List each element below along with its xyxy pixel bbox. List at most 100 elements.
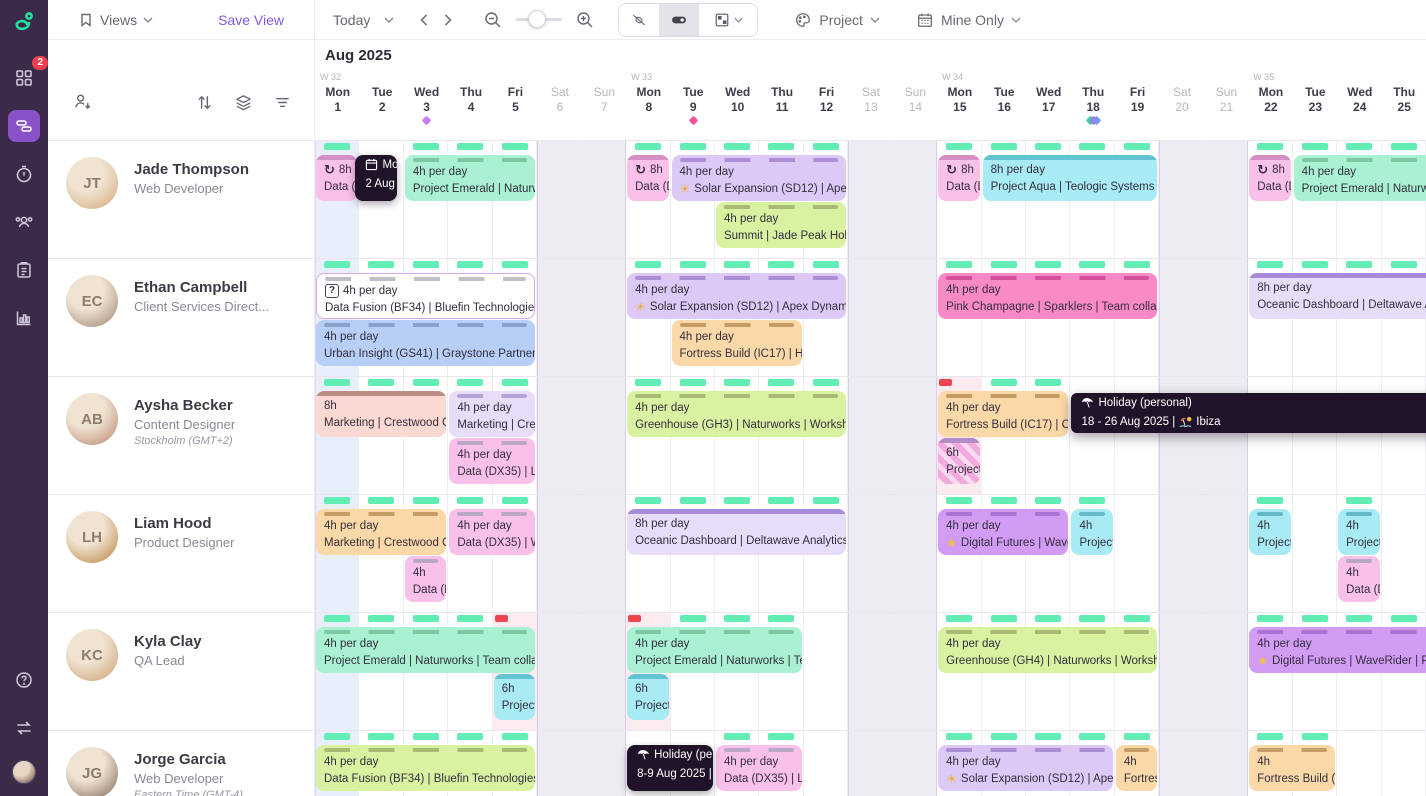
schedule-block[interactable]: 4h per dayMarketing | Crestwood Co bbox=[316, 509, 446, 555]
schedule-block[interactable]: 6hProject A bbox=[627, 674, 668, 720]
schedule-block[interactable]: 4h per daySummit | Jade Peak Holdin bbox=[716, 202, 846, 248]
switch-account-icon[interactable] bbox=[8, 712, 40, 744]
schedule-block[interactable]: 4h per dayFortress Build (IC17) | Heli bbox=[672, 320, 802, 366]
next-period-button[interactable] bbox=[444, 14, 452, 26]
schedule-block[interactable]: 4h per dayPink Champagne | Sparklers | T… bbox=[938, 273, 1157, 319]
schedule-block[interactable]: 8hMarketing | Crestwood Co bbox=[316, 391, 446, 437]
capacity-tick bbox=[1035, 379, 1061, 386]
schedule-block[interactable]: ↻8hData (DX35) bbox=[627, 155, 668, 201]
schedule-block[interactable]: 4h per dayData (DX35) | Lim bbox=[449, 438, 535, 484]
schedule-block[interactable]: 4hData (DX35) bbox=[405, 556, 446, 602]
person-role: Content Designer bbox=[134, 417, 235, 432]
zoom-out-icon[interactable] bbox=[484, 11, 502, 29]
schedule-block[interactable]: 4h per dayData (DX35) | Wa bbox=[449, 509, 535, 555]
layers-icon[interactable] bbox=[234, 93, 253, 112]
save-view-button[interactable]: Save View bbox=[218, 12, 284, 28]
zoom-in-icon[interactable] bbox=[576, 11, 594, 29]
sidebar-item-projects[interactable] bbox=[8, 254, 40, 286]
block-stripe bbox=[325, 277, 526, 281]
block-line-1: 4h per day bbox=[716, 753, 802, 770]
schedule-block[interactable]: ↻8hData (DX35) bbox=[316, 155, 357, 201]
block-title: Solar Expansion (SD12) | Apex D bbox=[694, 181, 846, 197]
prev-period-button[interactable] bbox=[420, 14, 428, 26]
schedule-block[interactable]: 4h per day☀Solar Expansion (SD12) | Apex… bbox=[938, 745, 1113, 791]
zoom-slider-knob[interactable] bbox=[528, 10, 546, 28]
schedule-block[interactable]: ↻8hData (DX35) bbox=[1249, 155, 1290, 201]
day-header-cell: W 35Mon22 bbox=[1248, 70, 1292, 140]
schedule-block[interactable]: 4h per dayProject Emerald | Naturworks |… bbox=[627, 627, 802, 673]
schedule-block[interactable]: 4h per day☀Solar Expansion (SD12) | Apex… bbox=[627, 273, 846, 319]
sidebar-item-dashboard[interactable]: 2 bbox=[8, 62, 40, 94]
sort-icon[interactable] bbox=[195, 93, 214, 112]
schedule-block[interactable]: 6hProject A bbox=[494, 674, 535, 720]
zoom-slider[interactable] bbox=[516, 18, 562, 21]
sidebar-item-time-tracking[interactable] bbox=[8, 158, 40, 190]
schedule-block[interactable]: 4hFortress Build (IC bbox=[1249, 745, 1335, 791]
schedule-block[interactable]: 4h per dayProject Emerald | Naturwo bbox=[405, 155, 535, 201]
schedule-block[interactable]: 4h per dayUrban Insight (GS41) | Graysto… bbox=[316, 320, 535, 366]
schedule-block[interactable]: 4h per dayProject Emerald | Naturworks bbox=[1294, 155, 1426, 201]
sidebar-item-people[interactable] bbox=[8, 206, 40, 238]
schedule-block[interactable]: 8h per dayOceanic Dashboard | Deltawave … bbox=[627, 509, 846, 555]
schedule-block[interactable]: 8h per dayProject Aqua | Teologic System… bbox=[983, 155, 1158, 201]
schedule-block[interactable]: 4hData (DX35) bbox=[1338, 556, 1379, 602]
schedule-block[interactable]: ?4h per dayData Fusion (BF34) | Bluefin … bbox=[316, 273, 535, 319]
user-avatar[interactable] bbox=[12, 760, 36, 784]
person-row[interactable]: ECEthan CampbellClient Services Direct..… bbox=[48, 258, 314, 376]
color-by-project-dropdown[interactable]: Project bbox=[794, 11, 880, 29]
block-title: Data (DX35) | Lim bbox=[724, 771, 802, 787]
mine-only-dropdown[interactable]: Mine Only bbox=[916, 11, 1021, 29]
schedule-block[interactable]: 6hProject E bbox=[938, 438, 979, 484]
schedule-block[interactable]: 4h per dayGreenhouse (GH4) | Naturworks … bbox=[938, 627, 1157, 673]
beach-icon bbox=[1179, 415, 1192, 430]
views-dropdown[interactable]: Views bbox=[78, 12, 153, 28]
schedule-block[interactable]: ↻8hData (DX35) bbox=[938, 155, 979, 201]
schedule-block[interactable]: 4hProject A bbox=[1338, 509, 1379, 555]
day-cell bbox=[848, 377, 892, 494]
schedule-block[interactable]: 4h per day★Digital Futures | WaveR bbox=[938, 509, 1068, 555]
schedule-block[interactable]: 8h per dayOceanic Dashboard | Deltawave … bbox=[1249, 273, 1426, 319]
person-row[interactable]: JTJade ThompsonWeb Developer bbox=[48, 140, 314, 258]
schedule-block[interactable]: 4hProject A bbox=[1249, 509, 1290, 555]
day-cell bbox=[804, 613, 848, 730]
sidebar-item-schedule[interactable] bbox=[8, 110, 40, 142]
day-number: 8 bbox=[627, 100, 670, 115]
person-row[interactable]: LHLiam HoodProduct Designer bbox=[48, 494, 314, 612]
schedule-block[interactable]: 4h per dayData Fusion (BF34) | Bluefin T… bbox=[316, 745, 535, 791]
schedule-block[interactable]: 4h per day☀Solar Expansion (SD12) | Apex… bbox=[672, 155, 847, 201]
schedule-block[interactable]: 4h per dayProject Emerald | Naturworks |… bbox=[316, 627, 535, 673]
holiday-block[interactable]: Mov2 Aug | I bbox=[355, 155, 396, 201]
schedule-block[interactable]: 4h per dayMarketing | Crest bbox=[449, 391, 535, 437]
grid-layout-dropdown[interactable] bbox=[699, 4, 757, 36]
block-title: Greenhouse (GH4) | Naturworks | Workshop bbox=[946, 653, 1157, 669]
block-hours: 6h bbox=[502, 681, 515, 697]
links-off-toggle[interactable] bbox=[619, 4, 659, 36]
sidebar-item-reports[interactable] bbox=[8, 302, 40, 334]
help-icon[interactable] bbox=[8, 664, 40, 696]
add-person-icon[interactable] bbox=[72, 91, 93, 112]
schedule-block[interactable]: 4hProject A bbox=[1071, 509, 1112, 555]
day-cell bbox=[582, 141, 626, 258]
schedule-block[interactable]: 4h per dayData (DX35) | Lim bbox=[716, 745, 802, 791]
week-label bbox=[583, 72, 626, 85]
block-hours: 4h bbox=[1346, 565, 1359, 581]
day-header-cell: Tue9 bbox=[671, 70, 715, 140]
holiday-block[interactable]: Holiday (perso8-9 Aug 2025 | W bbox=[627, 745, 713, 791]
person-row[interactable]: ABAysha BeckerContent DesignerStockholm … bbox=[48, 376, 314, 494]
schedule-row: 4h per dayMarketing | Crestwood Co4h per… bbox=[315, 494, 1426, 612]
block-line-2: Project Emerald | Naturworks bbox=[1294, 180, 1426, 197]
compact-blocks-toggle[interactable] bbox=[659, 4, 699, 36]
day-number: 11 bbox=[760, 100, 803, 115]
person-row[interactable]: JGJorge GarciaWeb DeveloperEastern Time … bbox=[48, 730, 314, 796]
filter-icon[interactable] bbox=[273, 93, 292, 112]
person-row[interactable]: KCKyla ClayQA Lead bbox=[48, 612, 314, 730]
block-line-1: 4h bbox=[1338, 517, 1379, 534]
schedule-block[interactable]: 4h per day★Digital Futures | WaveRider |… bbox=[1249, 627, 1426, 673]
schedule-block[interactable]: 4hFortress bbox=[1116, 745, 1157, 791]
day-cell bbox=[582, 613, 626, 730]
schedule-block[interactable]: 4h per dayGreenhouse (GH3) | Naturworks … bbox=[627, 391, 846, 437]
schedule-block[interactable]: 4h per dayFortress Build (IC17) | Cre bbox=[938, 391, 1068, 437]
today-dropdown[interactable]: Today bbox=[333, 12, 394, 28]
day-header-cell: Thu25 bbox=[1382, 70, 1426, 140]
block-title: Digital Futures | WaveRider | Pitch bbox=[1272, 653, 1426, 669]
